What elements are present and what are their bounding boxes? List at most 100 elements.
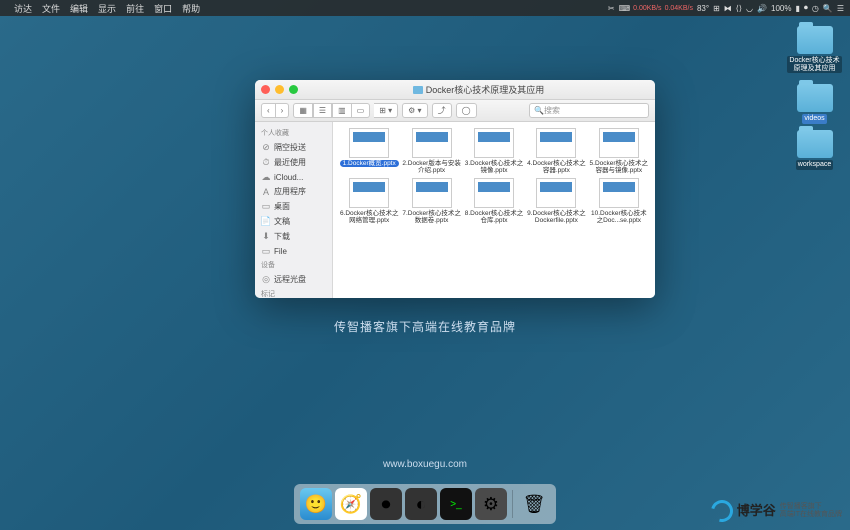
file-thumbnail-icon — [536, 128, 576, 158]
sidebar-item-label: File — [274, 247, 287, 256]
menu-view[interactable]: 显示 — [98, 2, 116, 15]
action-button[interactable]: ⚙ ▾ — [402, 103, 427, 118]
sidebar-item-fav-0[interactable]: ⊘隔空投送 — [255, 140, 332, 155]
wifi-fan-icon[interactable]: ◡ — [746, 4, 753, 13]
dock-safari[interactable]: 🧭 — [335, 488, 367, 520]
menu-edit[interactable]: 编辑 — [70, 2, 88, 15]
sidebar-item-label: 下载 — [274, 231, 290, 242]
battery-icon[interactable]: ▮ — [795, 4, 799, 13]
desktop-icon-2[interactable]: workspace — [787, 130, 842, 170]
file-thumbnail-icon — [474, 128, 514, 158]
menu-file[interactable]: 文件 — [42, 2, 60, 15]
minimize-button[interactable] — [275, 85, 284, 94]
group-button[interactable]: ⊞ ▾ — [374, 103, 398, 118]
menu-window[interactable]: 窗口 — [154, 2, 172, 15]
search-icon: 🔍 — [534, 106, 544, 115]
file-item-5[interactable]: 6.Docker核心技术之网络管理.pptx — [339, 178, 399, 224]
file-item-3[interactable]: 4.Docker核心技术之容器.pptx — [526, 128, 586, 174]
sidebar-item-label: 最近使用 — [274, 157, 306, 168]
view-columns-button[interactable]: ▥ — [332, 103, 352, 118]
search-icon[interactable]: 🔍 — [823, 4, 833, 13]
file-label: 9.Docker核心技术之Dockerfile.pptx — [526, 210, 586, 224]
file-item-7[interactable]: 8.Docker核心技术之仓库.pptx — [464, 178, 524, 224]
sidebar-icon: ◎ — [261, 275, 271, 285]
back-button[interactable]: ‹ — [261, 103, 276, 118]
control-center-icon[interactable]: ☰ — [837, 4, 844, 13]
scissors-icon[interactable]: ✂ — [608, 4, 615, 13]
file-grid[interactable]: 1.Docker概览.pptx2.Docker版本与安装介绍.pptx3.Doc… — [333, 122, 655, 298]
share-button[interactable]: ⤴ — [432, 103, 452, 118]
app-menu[interactable]: 访达 — [14, 2, 32, 15]
sidebar-icon: 📄 — [261, 217, 271, 227]
sidebar-item-fav-4[interactable]: ▭桌面 — [255, 199, 332, 214]
file-thumbnail-icon — [412, 178, 452, 208]
dock-trash[interactable]: 🗑 — [518, 488, 550, 520]
folder-icon — [797, 26, 833, 54]
dock-terminal[interactable]: >_ — [440, 488, 472, 520]
menubar: 访达 文件 编辑 显示 前往 窗口 帮助 ✂ ⌨ 0.00KB/s 0.04KB… — [0, 0, 850, 16]
finder-sidebar: 个人收藏 ⊘隔空投送⏱最近使用☁iCloud...A应用程序▭桌面📄文稿⬇下载▭… — [255, 122, 333, 298]
sidebar-icon: ⬇ — [261, 232, 271, 242]
sidebar-icon: ⏱ — [261, 158, 271, 168]
file-thumbnail-icon — [599, 178, 639, 208]
sidebar-header-tags: 标记 — [255, 287, 332, 298]
file-item-1[interactable]: 2.Docker版本与安装介绍.pptx — [401, 128, 461, 174]
file-item-2[interactable]: 3.Docker核心技术之镜像.pptx — [464, 128, 524, 174]
net-up: 0.00KB/s — [633, 5, 661, 12]
forward-button[interactable]: › — [276, 103, 290, 118]
file-label: 7.Docker核心技术之数据卷.pptx — [401, 210, 461, 224]
sidebar-item-dev-0[interactable]: ◎远程光盘 — [255, 272, 332, 287]
wifi-icon[interactable]: ⟨⟩ — [736, 4, 742, 13]
file-item-9[interactable]: 10.Docker核心技术之Doc...se.pptx — [589, 178, 649, 224]
file-thumbnail-icon — [349, 128, 389, 158]
view-list-button[interactable]: ☰ — [313, 103, 332, 118]
sidebar-item-fav-3[interactable]: A应用程序 — [255, 184, 332, 199]
sidebar-header-devices: 设备 — [255, 258, 332, 272]
file-thumbnail-icon — [536, 178, 576, 208]
desktop-icon-0[interactable]: Docker核心技术原理及其应用 — [787, 26, 842, 73]
sidebar-item-fav-2[interactable]: ☁iCloud... — [255, 170, 332, 184]
search-input[interactable]: 🔍 搜索 — [529, 103, 649, 118]
file-thumbnail-icon — [412, 128, 452, 158]
view-icons-button[interactable]: ▦ — [293, 103, 313, 118]
file-label: 3.Docker核心技术之镜像.pptx — [464, 160, 524, 174]
sidebar-item-fav-1[interactable]: ⏱最近使用 — [255, 155, 332, 170]
dock: 🙂 🧭 ⏺ ◐ >_ ⚙ 🗑 — [294, 484, 556, 524]
finder-window[interactable]: Docker核心技术原理及其应用 ‹ › ▦ ☰ ▥ ▭ ⊞ ▾ ⚙ ▾ ⤴ ◯… — [255, 80, 655, 298]
dock-finder[interactable]: 🙂 — [300, 488, 332, 520]
menu-help[interactable]: 帮助 — [182, 2, 200, 15]
sidebar-item-label: 远程光盘 — [274, 274, 306, 285]
volume-icon[interactable]: 🔊 — [757, 4, 767, 13]
keyboard-indicator[interactable]: ⌨ — [619, 4, 631, 13]
sidebar-item-fav-7[interactable]: ▭File — [255, 244, 332, 258]
dock-obs[interactable]: ⏺ — [370, 488, 402, 520]
display-icon[interactable]: ⊞ — [713, 4, 720, 13]
dock-separator — [512, 490, 513, 518]
watermark-name: 博学谷 — [737, 503, 776, 519]
watermark-sub1: 传智播客旗下 — [780, 503, 842, 511]
maximize-button[interactable] — [289, 85, 298, 94]
temp-indicator: 83° — [697, 4, 709, 13]
view-gallery-button[interactable]: ▭ — [352, 103, 371, 118]
close-button[interactable] — [261, 85, 270, 94]
screen-record-icon[interactable]: ⏺ — [804, 3, 808, 13]
file-item-8[interactable]: 9.Docker核心技术之Dockerfile.pptx — [526, 178, 586, 224]
sidebar-icon: ▭ — [261, 202, 271, 212]
finder-toolbar: ‹ › ▦ ☰ ▥ ▭ ⊞ ▾ ⚙ ▾ ⤴ ◯ 🔍 搜索 — [255, 100, 655, 122]
file-label: 4.Docker核心技术之容器.pptx — [526, 160, 586, 174]
file-item-4[interactable]: 5.Docker核心技术之容器与镜像.pptx — [589, 128, 649, 174]
sidebar-item-fav-6[interactable]: ⬇下载 — [255, 229, 332, 244]
menu-go[interactable]: 前往 — [126, 2, 144, 15]
battery-percent: 100% — [771, 4, 791, 13]
sidebar-item-fav-5[interactable]: 📄文稿 — [255, 214, 332, 229]
dock-app-2[interactable]: ◐ — [405, 488, 437, 520]
desktop-icon-1[interactable]: videos — [787, 84, 842, 124]
finder-titlebar[interactable]: Docker核心技术原理及其应用 — [255, 80, 655, 100]
tags-button[interactable]: ◯ — [456, 103, 477, 118]
bluetooth-icon[interactable]: ⧓ — [724, 4, 732, 13]
dock-settings[interactable]: ⚙ — [475, 488, 507, 520]
clock-icon[interactable]: ◷ — [812, 4, 819, 13]
file-item-0[interactable]: 1.Docker概览.pptx — [339, 128, 399, 174]
file-item-6[interactable]: 7.Docker核心技术之数据卷.pptx — [401, 178, 461, 224]
net-down: 0.04KB/s — [665, 5, 693, 12]
